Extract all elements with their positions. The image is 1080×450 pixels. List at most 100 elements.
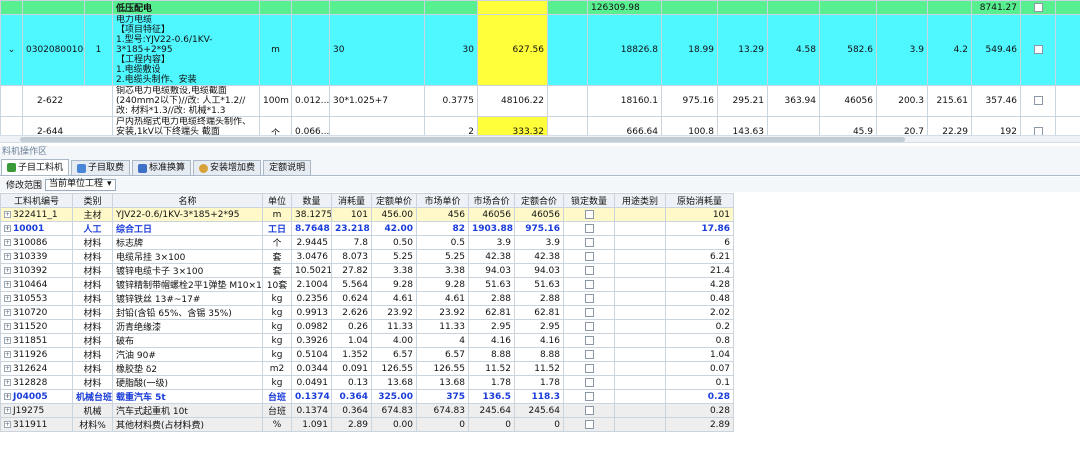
cell-market-price[interactable]: 0.5 xyxy=(416,235,469,250)
cell-consumption[interactable]: 0.091 xyxy=(331,361,372,376)
lock-checkbox[interactable] xyxy=(584,363,594,373)
cell-consumption[interactable]: 5.564 xyxy=(331,277,372,292)
col-consumption[interactable]: 消耗量 xyxy=(331,193,372,208)
table-row[interactable]: +310464 材料 镀锌精制带帽螺栓2平1弹垫 M10×10... 10套 2.100… xyxy=(0,277,734,292)
cell-lock[interactable] xyxy=(563,403,615,418)
lock-checkbox[interactable] xyxy=(584,377,594,387)
table-row[interactable]: +312828 材料 硬脂酸(一级) kg 0.0491 0.13 13.68 13.68 1.… xyxy=(0,375,734,390)
cell-consumption[interactable]: 1.352 xyxy=(331,347,372,362)
cell-lock[interactable] xyxy=(563,361,615,376)
cell-lock[interactable] xyxy=(563,249,615,264)
expand-icon[interactable]: + xyxy=(4,224,11,232)
table-row[interactable]: +310720 材料 封铅(含铅 65%、含锡 35%) kg 0.9913 2.626 2… xyxy=(0,305,734,320)
cell-lock[interactable] xyxy=(563,333,615,348)
lock-checkbox[interactable] xyxy=(584,223,594,233)
expand-icon[interactable]: + xyxy=(4,322,11,330)
expand-icon[interactable]: + xyxy=(4,378,11,386)
cell-lock[interactable] xyxy=(563,389,615,404)
group-checkbox[interactable] xyxy=(1033,2,1043,12)
cell-market-price[interactable]: 126.55 xyxy=(416,361,469,376)
col-lock-qty[interactable]: 锁定数量 xyxy=(563,193,615,208)
cell-lock[interactable] xyxy=(563,319,615,334)
item-row[interactable]: ⌄ 030208001001 1 电力电缆【项目特征】1.型号:YJV22-0.… xyxy=(0,14,1080,86)
cell-market-price[interactable]: 13.68 xyxy=(416,375,469,390)
cell-lock[interactable] xyxy=(563,417,615,432)
cell-market-price[interactable]: 4 xyxy=(416,333,469,348)
sub-qty-expr[interactable] xyxy=(329,116,425,135)
col-quota-price[interactable]: 定额单价 xyxy=(371,193,417,208)
cell-qty[interactable]: 8.7648 xyxy=(291,221,332,236)
cell-consumption[interactable]: 2.89 xyxy=(331,417,372,432)
col-qty[interactable]: 数量 xyxy=(291,193,332,208)
cell-lock[interactable] xyxy=(563,235,615,250)
table-row[interactable]: +312624 材料 橡胶垫 δ2 m2 0.0344 0.091 126.55 126.55… xyxy=(0,361,734,376)
cell-consumption[interactable]: 0.624 xyxy=(331,291,372,306)
table-row[interactable]: +311520 材料 沥青绝缘漆 kg 0.0982 0.26 11.33 11.33 2.95… xyxy=(0,319,734,334)
expand-icon[interactable]: + xyxy=(4,266,11,274)
lock-checkbox[interactable] xyxy=(584,321,594,331)
lock-checkbox[interactable] xyxy=(584,405,594,415)
cell-market-price[interactable]: 9.28 xyxy=(416,277,469,292)
col-market-price[interactable]: 市场单价 xyxy=(416,193,469,208)
expand-icon[interactable]: + xyxy=(4,294,11,302)
expand-icon[interactable]: + xyxy=(4,238,11,246)
cell-market-price[interactable]: 4.61 xyxy=(416,291,469,306)
table-row[interactable]: +311911 材料% 其他材料费(占材料费)% 1.091 2.89 0.00 0 0 0 2.… xyxy=(0,417,734,432)
cell-qty[interactable]: 0.5104 xyxy=(291,347,332,362)
table-row[interactable]: +10001 人工 综合工日 工日 8.7648 23.218 42.00 82 1903.88… xyxy=(0,221,734,236)
cell-consumption[interactable]: 0.364 xyxy=(331,403,372,418)
table-row[interactable]: +322411_1 主材 YJV22-0.6/1KV-3*185+2*95 m 38.1… xyxy=(0,207,734,222)
cell-qty[interactable]: 0.3926 xyxy=(291,333,332,348)
item-qty-expr[interactable]: 30 xyxy=(329,14,425,86)
cell-consumption[interactable]: 101 xyxy=(331,207,372,222)
col-name[interactable]: 名称 xyxy=(112,193,263,208)
expand-icon[interactable]: + xyxy=(4,420,11,428)
cell-market-price[interactable]: 674.83 xyxy=(416,403,469,418)
sub-row[interactable]: 2-622 铜芯电力电缆敷设,电缆截面(240mm2以下)//改: 人工*1.2… xyxy=(0,85,1080,117)
cell-market-price[interactable]: 456 xyxy=(416,207,469,222)
sub-checkbox[interactable] xyxy=(1033,96,1043,105)
cell-qty[interactable]: 0.1374 xyxy=(291,403,332,418)
expand-icon[interactable]: + xyxy=(4,336,11,344)
cell-qty[interactable]: 2.9445 xyxy=(291,235,332,250)
cell-consumption[interactable]: 27.82 xyxy=(331,263,372,278)
cell-qty[interactable]: 0.0344 xyxy=(291,361,332,376)
cell-market-price[interactable]: 11.33 xyxy=(416,319,469,334)
col-unit[interactable]: 单位 xyxy=(262,193,292,208)
table-row[interactable]: +311926 材料 汽油 90# kg 0.5104 1.352 6.57 6.57 8.88… xyxy=(0,347,734,362)
cell-consumption[interactable]: 7.8 xyxy=(331,235,372,250)
tab-material-machine[interactable]: 子目工料机 xyxy=(1,159,70,175)
cell-lock[interactable] xyxy=(563,277,615,292)
cell-consumption[interactable]: 0.13 xyxy=(331,375,372,390)
sub-qty-expr[interactable]: 30*1.025+7 xyxy=(329,85,425,117)
cell-consumption[interactable]: 2.626 xyxy=(331,305,372,320)
table-row[interactable]: + J19275 机械 汽车式起重机 10t 台班 0.1374 0.364 674.83 67… xyxy=(0,403,734,418)
cell-lock[interactable] xyxy=(563,291,615,306)
cell-market-price[interactable]: 375 xyxy=(416,389,469,404)
cell-lock[interactable] xyxy=(563,207,615,222)
table-row[interactable]: +310086 材料 标志牌个 2.9445 7.8 0.50 0.5 3.9 3.9 6 xyxy=(0,235,734,250)
cell-market-price[interactable]: 23.92 xyxy=(416,305,469,320)
cell-qty[interactable]: 2.1004 xyxy=(291,277,332,292)
sub-checkbox[interactable] xyxy=(1033,127,1043,135)
lock-checkbox[interactable] xyxy=(584,279,594,289)
col-original-consumption[interactable]: 原始消耗量 xyxy=(665,193,734,208)
cell-consumption[interactable]: 23.218 xyxy=(331,221,372,236)
col-quota-total[interactable]: 定额合价 xyxy=(514,193,564,208)
cell-qty[interactable]: 10.5021 xyxy=(291,263,332,278)
cell-qty[interactable]: 3.0476 xyxy=(291,249,332,264)
expand-icon[interactable]: + xyxy=(4,364,11,372)
tab-fee[interactable]: 子目取费 xyxy=(71,160,131,175)
cell-lock[interactable] xyxy=(563,221,615,236)
expand-icon[interactable]: + xyxy=(4,280,11,288)
table-row[interactable]: +310339 材料 电缆吊挂 3×100 套 3.0476 8.073 5.25 5.25 4… xyxy=(0,249,734,264)
lock-checkbox[interactable] xyxy=(584,307,594,317)
sub-row[interactable]: 2-644 户内热缩式电力电缆终端头制作、安装,1kV以下终端头 截面(240m… xyxy=(0,116,1080,135)
col-usage-type[interactable]: 用途类别 xyxy=(614,193,666,208)
cell-market-price[interactable]: 6.57 xyxy=(416,347,469,362)
cell-qty[interactable]: 0.2356 xyxy=(291,291,332,306)
scope-select[interactable]: 当前单位工程 ▾ xyxy=(45,178,116,191)
lock-checkbox[interactable] xyxy=(584,391,594,401)
tab-standard-conversion[interactable]: 标准换算 xyxy=(132,160,192,175)
lock-checkbox[interactable] xyxy=(584,209,594,219)
